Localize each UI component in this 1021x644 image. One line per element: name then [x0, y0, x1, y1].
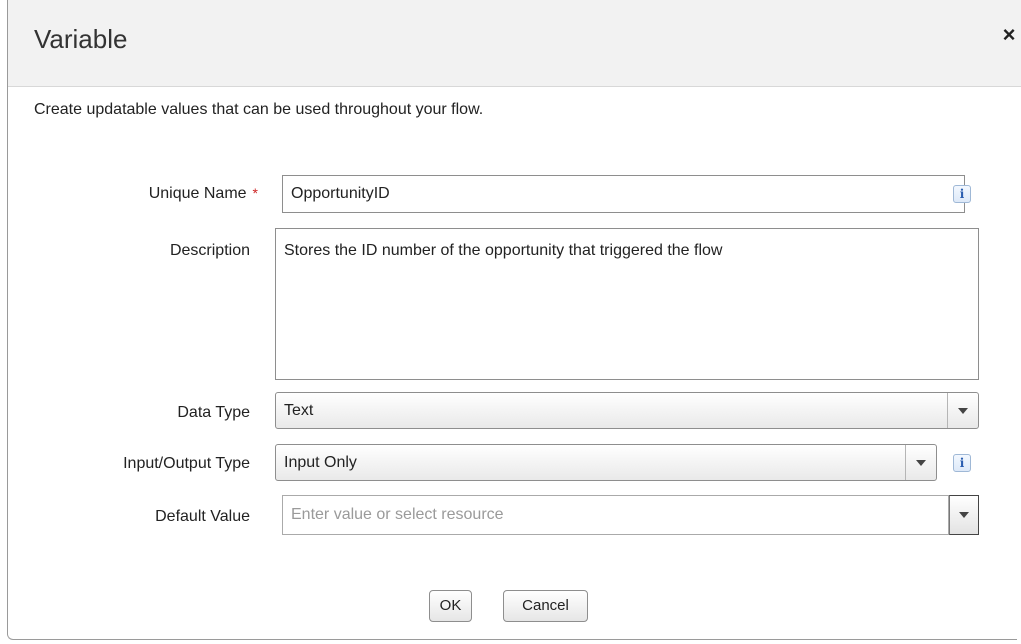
chevron-down-icon	[959, 512, 969, 518]
cancel-button[interactable]: Cancel	[503, 590, 588, 622]
io-type-label: Input/Output Type	[123, 455, 250, 472]
default-value-placeholder: Enter value or select resource	[291, 506, 504, 523]
dialog-header: Variable ×	[8, 0, 1021, 87]
unique-name-value: OpportunityID	[291, 185, 390, 202]
required-marker: *	[252, 185, 258, 201]
chevron-down-icon	[905, 445, 936, 480]
data-type-value: Text	[284, 401, 314, 419]
description-textarea[interactable]: Stores the ID number of the opportunity …	[275, 228, 979, 380]
variable-dialog: Variable × Create updatable values that …	[7, 0, 1021, 640]
default-value-label: Default Value	[155, 508, 250, 525]
default-value-input[interactable]: Enter value or select resource	[282, 495, 949, 535]
dialog-title: Variable	[34, 24, 128, 54]
unique-name-label: Unique Name *	[8, 185, 258, 203]
close-icon[interactable]: ×	[996, 22, 1021, 48]
unique-name-label-text: Unique Name	[148, 185, 247, 202]
description-label: Description	[169, 242, 250, 259]
data-type-label: Data Type	[177, 404, 250, 421]
intro-text: Create updatable values that can be used…	[34, 101, 484, 118]
description-value: Stores the ID number of the opportunity …	[284, 242, 723, 259]
default-value-resource-button[interactable]	[949, 495, 979, 535]
io-type-select[interactable]: Input Only	[275, 444, 937, 481]
unique-name-info-icon[interactable]: i	[953, 185, 971, 203]
data-type-select[interactable]: Text	[275, 392, 979, 429]
unique-name-input[interactable]: OpportunityID	[282, 175, 965, 213]
io-type-value: Input Only	[284, 453, 357, 471]
io-type-info-icon[interactable]: i	[953, 454, 971, 472]
ok-button[interactable]: OK	[429, 590, 472, 622]
chevron-down-icon	[947, 393, 978, 428]
